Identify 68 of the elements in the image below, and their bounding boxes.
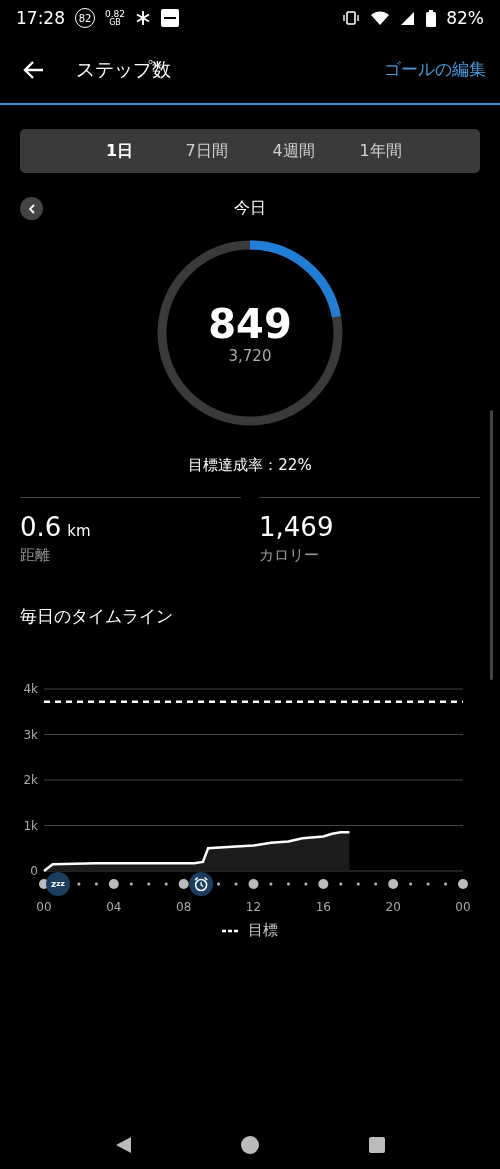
- period-tab[interactable]: 7日間: [163, 129, 250, 173]
- period-tab[interactable]: 1日: [76, 129, 163, 173]
- stat-unit: km: [67, 522, 91, 540]
- hour-dot: [269, 882, 273, 886]
- page-title: ステップ数: [76, 56, 172, 82]
- hour-dot: [108, 879, 119, 889]
- y-tick-label: 0: [30, 864, 38, 878]
- hour-dot: [164, 882, 168, 886]
- legend-dash-icon: [222, 928, 240, 933]
- y-tick-label: 4k: [23, 682, 38, 696]
- achievement-rate: 目標達成率：22%: [188, 456, 312, 474]
- hour-dot: [77, 882, 81, 886]
- x-tick-label: 00: [36, 900, 52, 914]
- signal-icon: [400, 10, 417, 26]
- chevron-left-icon: [27, 203, 36, 214]
- x-tick-label: 04: [106, 900, 122, 914]
- hour-dot: [339, 882, 343, 886]
- hour-dot: [234, 882, 238, 886]
- hour-dot: [426, 882, 430, 886]
- hour-dot: [147, 882, 151, 886]
- period-tab[interactable]: 1年間: [337, 129, 424, 173]
- stat-label: 距離: [20, 546, 51, 565]
- battery-icon: [426, 9, 437, 27]
- x-tick-label: 12: [245, 900, 262, 914]
- home-nav-icon[interactable]: [240, 1135, 260, 1155]
- previous-day-button[interactable]: [20, 197, 43, 220]
- y-tick-label: 1k: [23, 818, 38, 833]
- battery-percent: 82%: [446, 8, 484, 28]
- asterisk-icon: [135, 10, 152, 26]
- section-title: 毎日のタイムライン: [20, 606, 173, 626]
- wifi-icon: [370, 10, 391, 26]
- edit-goal-link[interactable]: ゴールの編集: [384, 58, 486, 81]
- y-tick-label: 3k: [23, 727, 38, 742]
- hour-dot: [304, 882, 308, 886]
- data-unit: GB: [109, 18, 121, 27]
- hour-dot: [178, 879, 189, 889]
- x-tick-label: 16: [315, 900, 331, 914]
- hour-dot: [217, 882, 221, 886]
- back-arrow-icon[interactable]: [22, 59, 44, 80]
- stat-value: 0.6: [20, 512, 62, 542]
- x-tick-label: 20: [385, 900, 401, 914]
- app-icon: [161, 9, 180, 27]
- hour-dot: [356, 882, 360, 886]
- y-tick-label: 2k: [23, 773, 38, 787]
- day-label: 今日: [234, 197, 266, 219]
- recents-nav-icon[interactable]: [366, 1135, 387, 1155]
- step-goal: 3,720: [228, 347, 272, 365]
- stat-label: カロリー: [259, 546, 320, 565]
- data-amount: 0.82: [105, 9, 126, 19]
- clock: 17:28: [16, 8, 65, 28]
- stat-value: 1,469: [259, 512, 334, 542]
- step-count: 849: [208, 301, 292, 347]
- vibrate-icon: [342, 11, 361, 25]
- period-tab[interactable]: 4週間: [250, 129, 337, 173]
- hour-dot: [129, 882, 133, 886]
- x-tick-label: 00: [455, 900, 471, 914]
- legend-label: 目標: [248, 921, 278, 940]
- hour-dot: [248, 879, 259, 889]
- hour-dot: [444, 882, 448, 886]
- hour-dot: [94, 882, 98, 886]
- hour-dot: [374, 882, 378, 886]
- x-tick-label: 08: [176, 900, 192, 914]
- hour-dot: [286, 882, 290, 886]
- hour-dot: [388, 879, 399, 889]
- hour-dot: [318, 879, 329, 889]
- alarm-icon: [189, 872, 214, 896]
- hour-dot: [409, 882, 413, 886]
- hour-dot: [458, 879, 468, 889]
